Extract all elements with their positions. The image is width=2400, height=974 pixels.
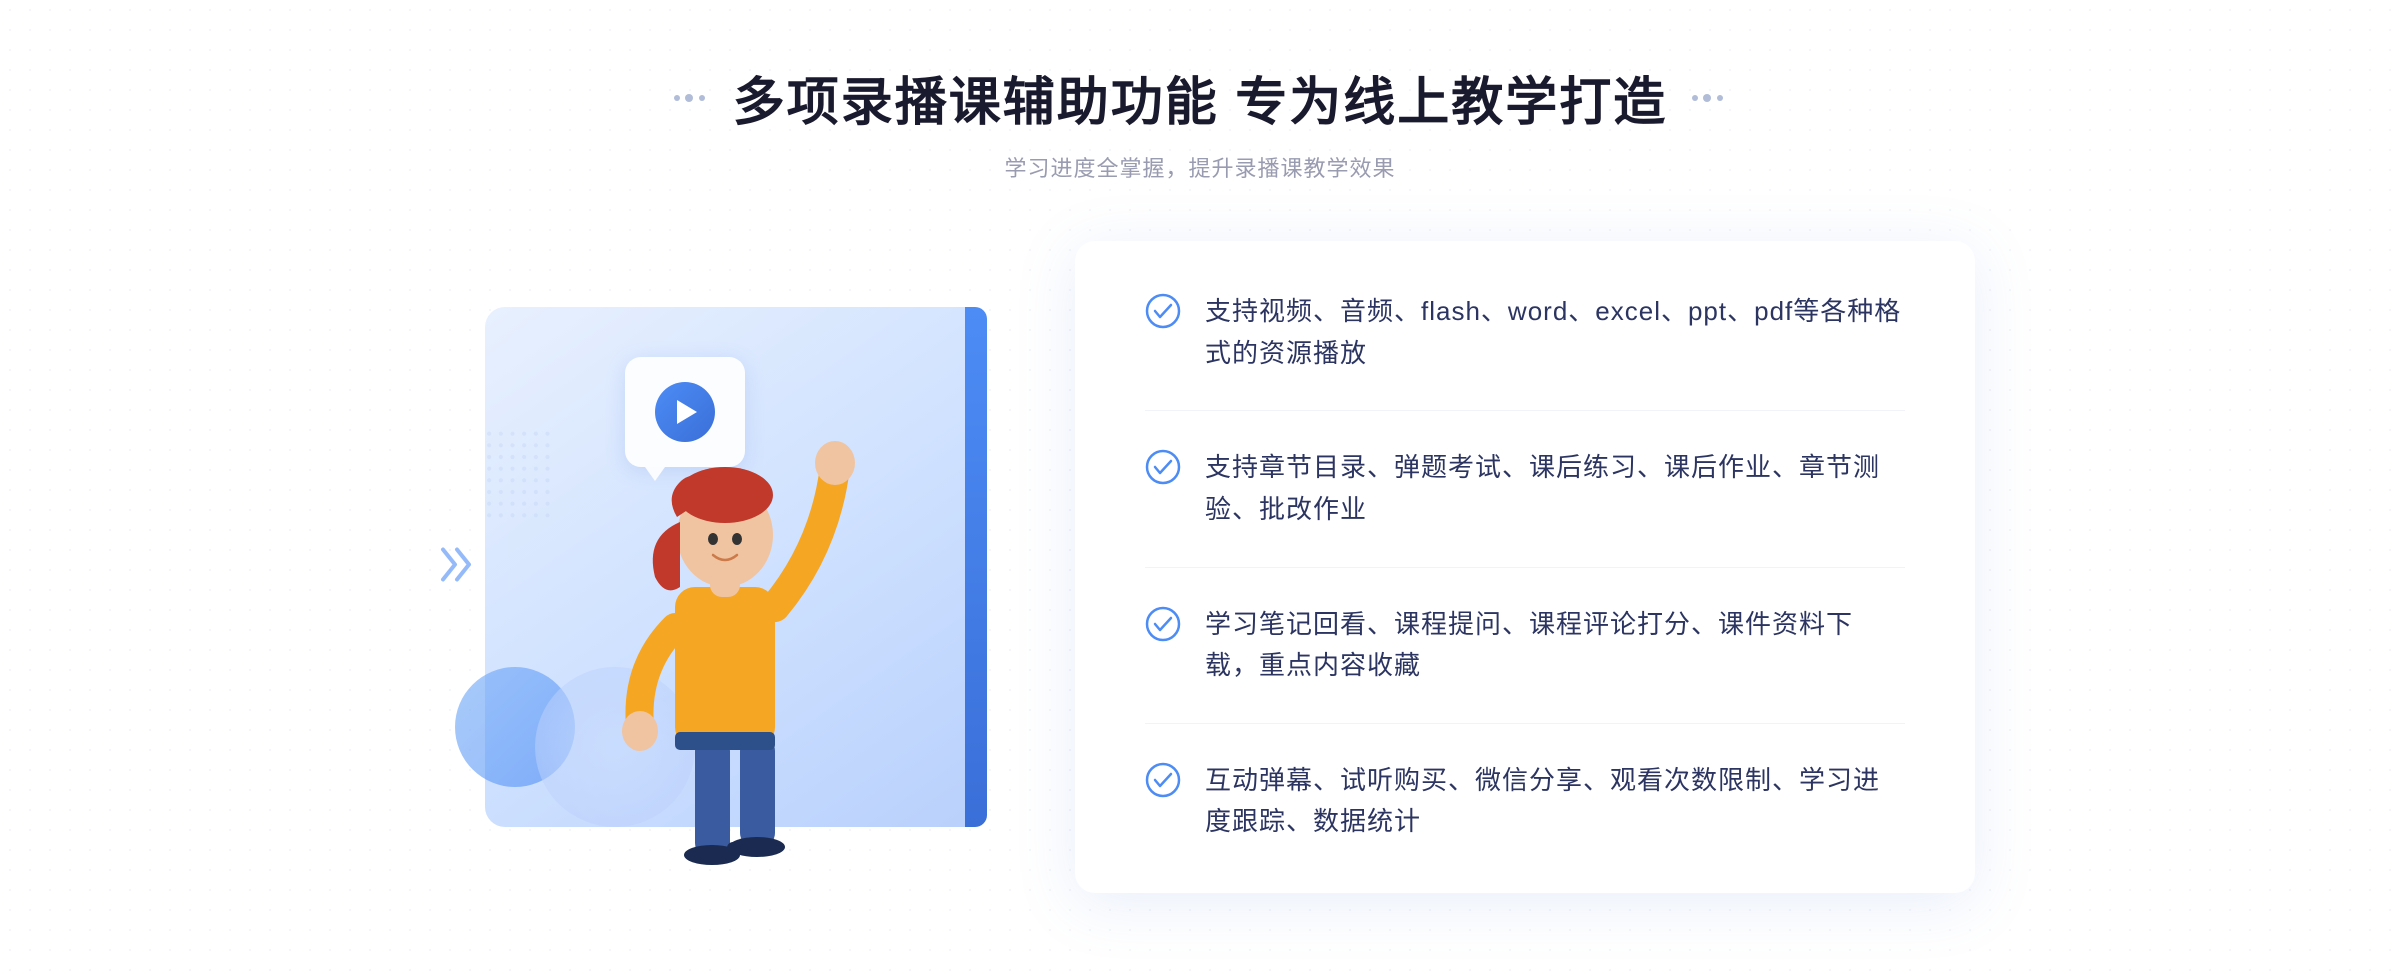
header-title-row: 多项录播课辅助功能 专为线上教学打造 — [673, 60, 1727, 135]
deco-lines — [480, 427, 560, 532]
page-wrapper: 多项录播课辅助功能 专为线上教学打造 学习进度全掌握，提升录播课教学效果 — [0, 0, 2400, 974]
left-decorative-dots — [673, 90, 709, 106]
feature-item-1: 支持视频、音频、flash、word、excel、ppt、pdf等各种格式的资源… — [1145, 291, 1905, 411]
features-panel: 支持视频、音频、flash、word、excel、ppt、pdf等各种格式的资源… — [1075, 241, 1975, 893]
person-illustration — [565, 367, 885, 867]
left-chevrons-icon — [435, 540, 485, 595]
check-icon-3 — [1145, 606, 1181, 642]
accent-bar — [965, 307, 987, 827]
feature-text-2: 支持章节目录、弹题考试、课后练习、课后作业、章节测验、批改作业 — [1205, 447, 1905, 530]
feature-item-3: 学习笔记回看、课程提问、课程评论打分、课件资料下载，重点内容收藏 — [1145, 568, 1905, 724]
right-decorative-dots — [1691, 90, 1727, 106]
feature-item-4: 互动弹幕、试听购买、微信分享、观看次数限制、学习进度跟踪、数据统计 — [1145, 724, 1905, 843]
subtitle: 学习进度全掌握，提升录播课教学效果 — [673, 151, 1727, 183]
check-icon-2 — [1145, 449, 1181, 485]
feature-item-2: 支持章节目录、弹题考试、课后练习、课后作业、章节测验、批改作业 — [1145, 411, 1905, 567]
content-area: 支持视频、音频、flash、word、excel、ppt、pdf等各种格式的资源… — [400, 227, 2000, 907]
illustration-wrapper — [425, 227, 1105, 907]
check-icon-1 — [1145, 293, 1181, 329]
main-title: 多项录播课辅助功能 专为线上教学打造 — [733, 60, 1667, 135]
header: 多项录播课辅助功能 专为线上教学打造 学习进度全掌握，提升录播课教学效果 — [673, 60, 1727, 183]
check-icon-4 — [1145, 762, 1181, 798]
feature-text-1: 支持视频、音频、flash、word、excel、ppt、pdf等各种格式的资源… — [1205, 291, 1905, 374]
feature-text-3: 学习笔记回看、课程提问、课程评论打分、课件资料下载，重点内容收藏 — [1205, 604, 1905, 687]
feature-text-4: 互动弹幕、试听购买、微信分享、观看次数限制、学习进度跟踪、数据统计 — [1205, 760, 1905, 843]
